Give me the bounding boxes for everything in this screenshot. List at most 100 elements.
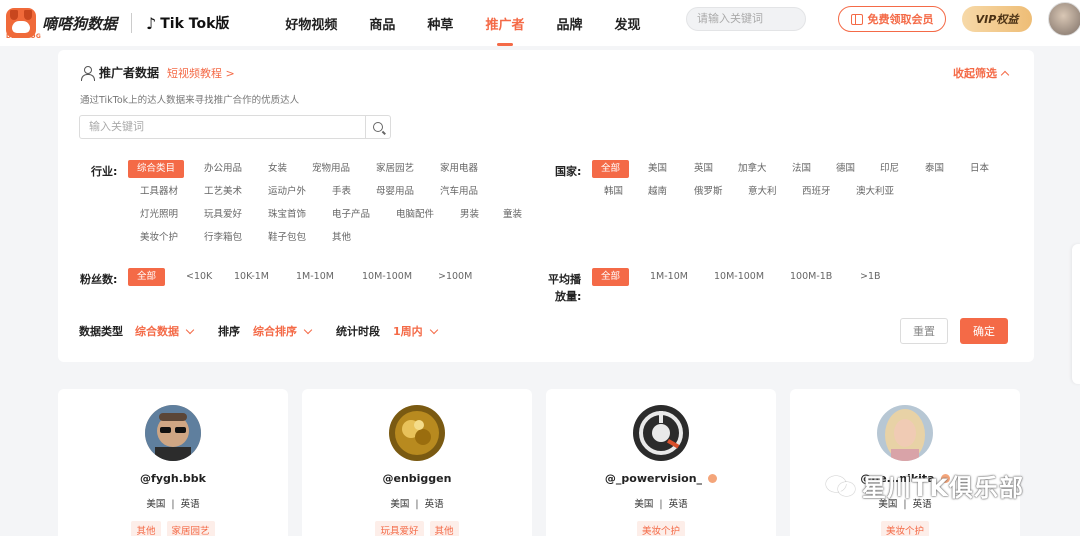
industry-chip[interactable]: 珠宝首饰	[264, 206, 310, 224]
plays-label-line1: 平均播	[548, 273, 581, 286]
fans-chip[interactable]: >100M	[434, 268, 476, 286]
country-chip[interactable]: 泰国	[921, 160, 948, 178]
fans-label: 粉丝数:	[80, 273, 118, 286]
industry-chip[interactable]: 行李箱包	[200, 229, 246, 247]
country-chip[interactable]: 韩国	[600, 183, 627, 201]
plays-chip[interactable]: 1M-10M	[646, 268, 692, 286]
fans-chip[interactable]: 1M-10M	[292, 268, 338, 286]
promoter-card[interactable]: @_powervision_ 美国 | 英语 美妆个护	[546, 389, 776, 536]
verified-badge-icon	[708, 474, 718, 483]
industry-chip[interactable]: 玩具爱好	[200, 206, 246, 224]
fans-chip[interactable]: 10K-1M	[230, 268, 273, 286]
industry-chip[interactable]: 运动户外	[264, 183, 310, 201]
country-chip[interactable]: 美国	[644, 160, 671, 178]
vip-rights-button[interactable]: VIP权益	[962, 6, 1032, 32]
promoter-handle: @fygh.bbk	[140, 472, 206, 485]
plays-chip[interactable]: 10M-100M	[710, 268, 768, 286]
sort-dropdown[interactable]: 综合排序	[253, 323, 313, 339]
brand-name: 嘀嗒狗数据	[42, 14, 118, 33]
industry-chip[interactable]: 其他	[328, 229, 355, 247]
nav-item-products[interactable]: 商品	[353, 0, 411, 46]
industry-chip[interactable]: 工具器材	[136, 183, 182, 201]
product-tiktok: ♪ Tik Tok版	[146, 13, 230, 33]
plays-chip[interactable]: 全部	[592, 268, 630, 286]
tutorial-link[interactable]: 短视频教程 >	[167, 65, 235, 81]
country-chip[interactable]: 意大利	[744, 183, 781, 201]
country-label: 国家:	[555, 165, 582, 178]
nav-item-seeding[interactable]: 种草	[411, 0, 469, 46]
nav-item-brands[interactable]: 品牌	[540, 0, 598, 46]
industry-chip[interactable]: 电脑配件	[392, 206, 438, 224]
industry-chip[interactable]: 汽车用品	[436, 183, 482, 201]
promoter-avatar	[877, 405, 933, 461]
industry-chip[interactable]: 鞋子包包	[264, 229, 310, 247]
watermark: 星川TK俱乐部	[826, 468, 1024, 503]
fans-chip[interactable]: <10K	[182, 268, 216, 286]
keyword-input[interactable]: 输入关键词	[79, 115, 366, 139]
user-avatar[interactable]	[1048, 2, 1080, 36]
country-chip[interactable]: 德国	[832, 160, 859, 178]
promoter-card[interactable]: @fygh.bbk 美国 | 英语 其他 家居园艺	[58, 389, 288, 536]
industry-chip[interactable]: 童装	[499, 206, 526, 224]
industry-chip[interactable]: 女装	[264, 160, 291, 178]
free-vip-button[interactable]: 免费领取会员	[838, 6, 946, 32]
industry-chip[interactable]: 电子产品	[328, 206, 374, 224]
plays-chip[interactable]: >1B	[856, 268, 885, 286]
country-chip[interactable]: 俄罗斯	[690, 183, 727, 201]
industry-chip[interactable]: 办公用品	[200, 160, 246, 178]
header-search-input[interactable]: 请输入关键词	[686, 7, 806, 31]
gift-icon	[850, 13, 863, 25]
nav-item-videos[interactable]: 好物视频	[269, 0, 353, 46]
main-nav: 好物视频 商品 种草 推广者 品牌 发现	[269, 0, 656, 46]
keyword-search-button[interactable]	[365, 115, 391, 139]
promoter-tags: 其他 家居园艺	[58, 521, 288, 536]
chevron-up-icon	[1000, 70, 1010, 80]
chevron-down-icon	[303, 325, 313, 335]
header-divider	[131, 13, 133, 33]
industry-chip[interactable]: 宠物用品	[308, 160, 354, 178]
industry-chip[interactable]: 工艺美术	[200, 183, 246, 201]
country-chip[interactable]: 印尼	[876, 160, 903, 178]
nav-item-discover[interactable]: 发现	[598, 0, 656, 46]
promoter-tags: 美妆个护	[546, 521, 776, 536]
country-chip[interactable]: 全部	[592, 160, 630, 178]
industry-chip[interactable]: 灯光照明	[136, 206, 182, 224]
collapse-filter-button[interactable]: 收起筛选	[953, 65, 1010, 81]
industry-chip[interactable]: 男装	[456, 206, 483, 224]
industry-chip[interactable]: 手表	[328, 183, 355, 201]
country-chip[interactable]: 越南	[644, 183, 671, 201]
industry-chip[interactable]: 母婴用品	[372, 183, 418, 201]
country-chip[interactable]: 法国	[788, 160, 815, 178]
promoter-meta: 美国 | 英语	[390, 499, 444, 510]
period-dropdown[interactable]: 1周内	[393, 323, 438, 339]
promoter-avatar	[145, 405, 201, 461]
search-icon	[373, 122, 383, 132]
promoter-card[interactable]: @ne...nikita 美国 | 英语 美妆个护	[790, 389, 1020, 536]
confirm-button[interactable]: 确定	[960, 318, 1008, 344]
country-chip[interactable]: 澳大利亚	[852, 183, 898, 201]
data-type-dropdown[interactable]: 综合数据	[135, 323, 195, 339]
country-chip[interactable]: 日本	[966, 160, 993, 178]
fans-chip[interactable]: 全部	[128, 268, 166, 286]
fans-chip[interactable]: 10M-100M	[358, 268, 416, 286]
brand-sub: DIDADOG	[6, 33, 42, 40]
industry-chip[interactable]: 家用电器	[436, 160, 482, 178]
industry-chip[interactable]: 家居园艺	[372, 160, 418, 178]
plays-label-line2: 放量:	[555, 290, 582, 303]
nav-item-promoters[interactable]: 推广者	[469, 0, 540, 46]
chevron-down-icon	[429, 325, 438, 335]
plays-chip[interactable]: 100M-1B	[786, 268, 836, 286]
country-chip[interactable]: 英国	[690, 160, 717, 178]
side-tab[interactable]	[1072, 244, 1080, 384]
country-chip[interactable]: 西班牙	[798, 183, 835, 201]
reset-button[interactable]: 重置	[900, 318, 948, 344]
promoter-card[interactable]: @enbiggen 美国 | 英语 玩具爱好 其他	[302, 389, 532, 536]
data-type-label: 数据类型	[79, 325, 123, 338]
industry-chip[interactable]: 综合类目	[128, 160, 185, 178]
promoter-meta: 美国 | 英语	[146, 499, 200, 510]
promoter-handle: @_powervision_	[546, 472, 776, 485]
country-chip[interactable]: 加拿大	[734, 160, 771, 178]
industry-chip[interactable]: 美妆个护	[136, 229, 182, 247]
filter-panel: 推广者数据 短视频教程 > 收起筛选 通过TikTok上的达人数据来寻找推广合作…	[58, 50, 1034, 362]
user-icon	[80, 65, 95, 81]
